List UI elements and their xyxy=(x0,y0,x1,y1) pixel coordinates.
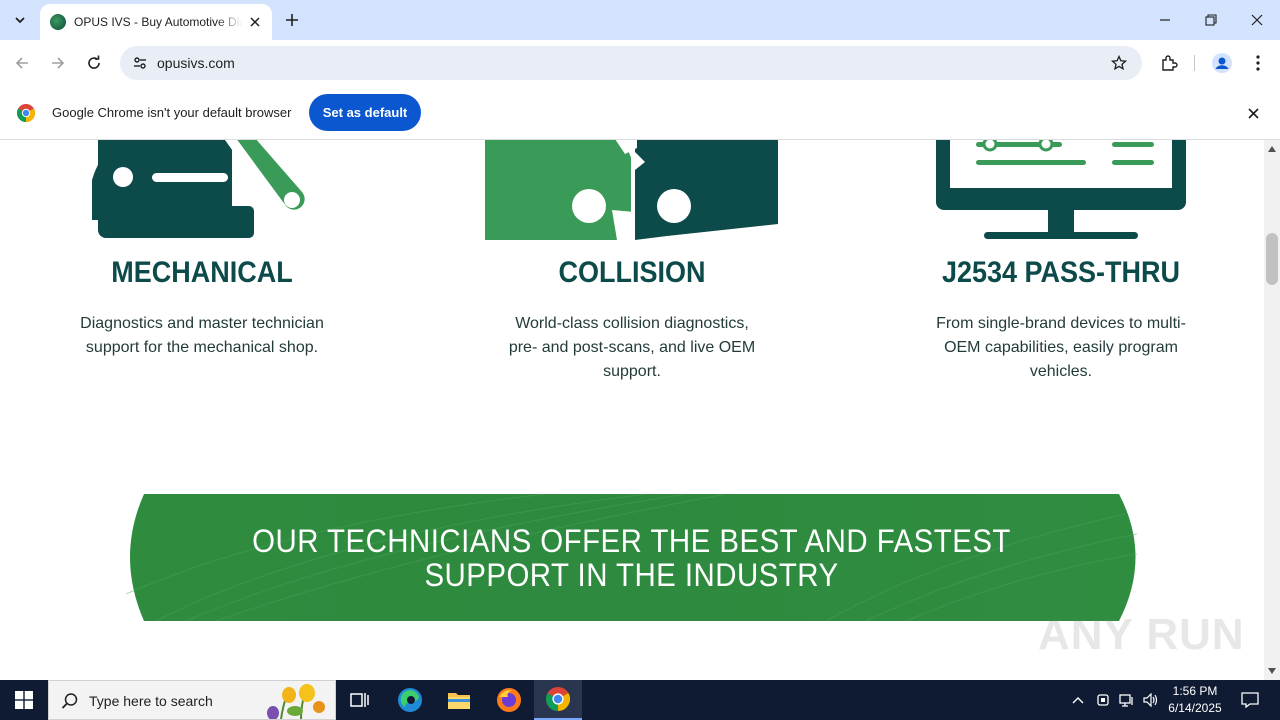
page-scrollbar[interactable] xyxy=(1264,140,1280,680)
taskbar-clock[interactable]: 1:56 PM 6/14/2025 xyxy=(1160,683,1230,717)
scroll-thumb[interactable] xyxy=(1266,233,1278,285)
feature-title: MECHANICAL xyxy=(111,256,293,289)
web-page: MECHANICAL Diagnostics and master techni… xyxy=(0,140,1264,680)
firefox-taskbar-button[interactable] xyxy=(485,680,533,720)
monitor-icon xyxy=(936,140,1186,239)
feature-description: From single-brand devices to multi-OEM c… xyxy=(936,315,1186,380)
back-arrow-icon xyxy=(15,57,28,69)
puzzle-icon xyxy=(1162,55,1178,71)
feature-description: Diagnostics and master technician suppor… xyxy=(80,315,324,356)
default-browser-infobar: Google Chrome isn't your default browser… xyxy=(0,86,1280,140)
plus-icon xyxy=(286,14,298,26)
edge-taskbar-button[interactable] xyxy=(386,680,434,720)
minimize-button[interactable] xyxy=(1142,0,1188,40)
device-icon xyxy=(1097,694,1109,706)
star-icon xyxy=(1111,55,1127,71)
address-bar[interactable]: opusivs.com xyxy=(120,46,1142,80)
chrome-logo-icon xyxy=(17,104,35,122)
extensions-button[interactable] xyxy=(1155,49,1183,77)
scroll-down-button[interactable] xyxy=(1264,664,1280,678)
network-icon xyxy=(1119,694,1133,707)
restore-icon xyxy=(1205,14,1217,26)
tray-overflow-button[interactable] xyxy=(1068,680,1088,720)
notification-icon xyxy=(1241,692,1259,708)
close-icon xyxy=(1251,14,1263,26)
chrome-icon xyxy=(546,687,570,711)
support-banner: OUR TECHNICIANS OFFER THE BEST AND FASTE… xyxy=(126,494,1137,621)
close-icon xyxy=(250,17,260,27)
notification-center-button[interactable] xyxy=(1232,680,1268,720)
car-wrench-icon xyxy=(92,140,308,238)
firefox-icon xyxy=(497,688,521,712)
scroll-up-button[interactable] xyxy=(1264,142,1280,156)
profile-button[interactable] xyxy=(1208,49,1236,77)
toolbar-separator xyxy=(1194,55,1195,71)
banner-line-1: OUR TECHNICIANS OFFER THE BEST AND FASTE… xyxy=(252,523,1011,559)
anyrun-watermark: ANY RUN xyxy=(1038,610,1245,659)
bookmark-button[interactable] xyxy=(1108,52,1130,74)
infobar-close-button[interactable] xyxy=(1243,103,1263,123)
set-as-default-button[interactable]: Set as default xyxy=(309,94,421,131)
tab-search-button[interactable] xyxy=(6,6,34,34)
chrome-menu-button[interactable] xyxy=(1244,49,1272,77)
close-window-button[interactable] xyxy=(1234,0,1280,40)
back-button[interactable] xyxy=(8,49,36,77)
new-tab-button[interactable] xyxy=(280,8,304,32)
forward-button[interactable] xyxy=(44,49,72,77)
browser-toolbar: opusivs.com xyxy=(0,40,1280,86)
triangle-down-icon xyxy=(1268,668,1276,674)
tab-strip: OPUS IVS - Buy Automotive Diagnostic Too… xyxy=(0,0,1280,40)
tray-volume-button[interactable] xyxy=(1140,680,1162,720)
tab-close-button[interactable] xyxy=(246,13,264,31)
clock-date: 6/14/2025 xyxy=(1168,701,1222,715)
tab-title: OPUS IVS - Buy Automotive Diagnostic Too… xyxy=(74,15,242,29)
folder-icon xyxy=(448,693,470,709)
task-view-button[interactable] xyxy=(336,680,384,720)
feature-description: World-class collision diagnostics, pre- … xyxy=(508,315,756,380)
flowers-decoration-icon xyxy=(267,684,325,719)
collision-cars-icon xyxy=(485,140,778,240)
windows-logo-icon xyxy=(15,691,33,709)
feature-title: J2534 PASS-THRU xyxy=(941,256,1181,289)
search-icon xyxy=(61,693,78,709)
triangle-up-icon xyxy=(1268,146,1276,152)
minimize-icon xyxy=(1160,19,1170,21)
banner-headline: OUR TECHNICIANS OFFER THE BEST AND FASTE… xyxy=(166,524,1096,592)
chrome-taskbar-button[interactable] xyxy=(534,680,582,720)
reload-button[interactable] xyxy=(80,49,108,77)
task-view-icon xyxy=(350,693,369,707)
infobar-message: Google Chrome isn't your default browser xyxy=(52,105,292,120)
clock-time: 1:56 PM xyxy=(1172,684,1218,698)
windows-taskbar: Type here to search 1:56 PM 6/14/2025 xyxy=(0,680,1280,720)
restore-button[interactable] xyxy=(1188,0,1234,40)
tune-icon xyxy=(134,57,146,69)
banner-line-2: SUPPORT IN THE INDUSTRY xyxy=(424,557,839,593)
volume-icon xyxy=(1143,693,1158,707)
feature-title: COLLISION xyxy=(558,256,706,289)
tray-device-button[interactable] xyxy=(1092,680,1114,720)
file-explorer-taskbar-button[interactable] xyxy=(435,680,483,720)
avatar-icon xyxy=(1212,53,1232,73)
chevron-up-icon xyxy=(1072,697,1084,704)
tray-network-button[interactable] xyxy=(1116,680,1138,720)
close-icon xyxy=(1247,107,1259,119)
site-info-button[interactable] xyxy=(128,51,152,75)
search-placeholder: Type here to search xyxy=(89,693,213,709)
opus-favicon-icon xyxy=(50,14,66,30)
more-vert-icon xyxy=(1256,55,1260,71)
chevron-down-icon xyxy=(15,17,25,24)
forward-arrow-icon xyxy=(52,57,65,69)
url-text[interactable]: opusivs.com xyxy=(157,55,235,71)
reload-icon xyxy=(88,55,100,69)
start-button[interactable] xyxy=(0,680,48,720)
browser-tab[interactable]: OPUS IVS - Buy Automotive Diagnostic Too… xyxy=(40,4,272,40)
edge-icon xyxy=(398,688,422,712)
taskbar-search[interactable]: Type here to search xyxy=(48,680,336,720)
